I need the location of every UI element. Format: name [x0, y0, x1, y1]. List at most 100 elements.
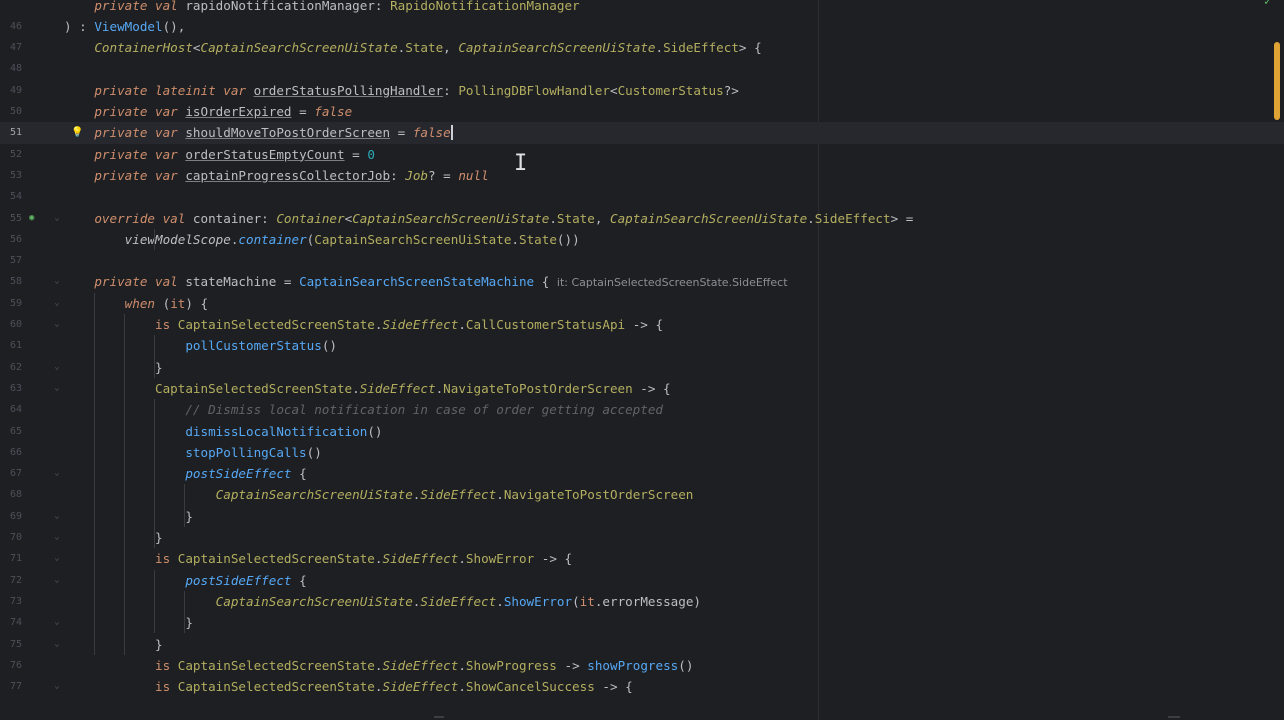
code-line[interactable]: 59 ⌄ when (it) {: [0, 293, 1284, 314]
code-line[interactable]: 68 CaptainSearchScreenUiState.SideEffect…: [0, 484, 1284, 505]
line-number[interactable]: 77: [0, 676, 22, 697]
code-line[interactable]: 56 viewModelScope.container(CaptainSearc…: [0, 229, 1284, 250]
code-token: ShowProgress: [465, 657, 557, 673]
code-line[interactable]: 48: [0, 58, 1284, 79]
line-number[interactable]: 66: [0, 442, 22, 463]
code-token: }: [64, 359, 163, 375]
line-number[interactable]: 67: [0, 463, 22, 484]
line-number[interactable]: 71: [0, 548, 22, 569]
code-token: -> {: [594, 679, 633, 695]
line-number[interactable]: 59: [0, 293, 22, 314]
code-text: postSideEffect {: [64, 570, 306, 591]
code-line[interactable]: 67 ⌄ postSideEffect {: [0, 463, 1284, 484]
line-number[interactable]: 56: [0, 229, 22, 250]
line-number[interactable]: 58: [0, 271, 22, 292]
code-line[interactable]: 53 private var captainProgressCollectorJ…: [0, 165, 1284, 186]
line-number[interactable]: 76: [0, 655, 22, 676]
fold-toggle-icon[interactable]: ⌄: [53, 575, 61, 585]
line-number[interactable]: 52: [0, 144, 22, 165]
code-line[interactable]: 75 ⌄ }: [0, 634, 1284, 655]
code-line[interactable]: 71 ⌄ is CaptainSelectedScreenState.SideEf…: [0, 548, 1284, 569]
line-number[interactable]: 72: [0, 570, 22, 591]
vertical-scrollbar-thumb[interactable]: [1274, 42, 1280, 120]
code-token: .: [458, 551, 466, 567]
line-number[interactable]: 48: [0, 58, 22, 79]
code-line[interactable]: 61 pollCustomerStatus(): [0, 335, 1284, 356]
code-line[interactable]: 76 is CaptainSelectedScreenState.SideEff…: [0, 655, 1284, 676]
code-text: private lateinit var orderStatusPollingH…: [64, 80, 739, 101]
line-number[interactable]: 53: [0, 165, 22, 186]
fold-toggle-icon[interactable]: ⌄: [53, 298, 61, 308]
code-line[interactable]: 73 CaptainSearchScreenUiState.SideEffect…: [0, 591, 1284, 612]
code-line[interactable]: private val rapidoNotificationManager: R…: [0, 0, 1284, 16]
code-line[interactable]: 63 ⌄ CaptainSelectedScreenState.SideEffec…: [0, 378, 1284, 399]
line-number[interactable]: 68: [0, 484, 22, 505]
code-line[interactable]: 72 ⌄ postSideEffect {: [0, 570, 1284, 591]
fold-toggle-icon[interactable]: ⌄: [53, 277, 61, 286]
code-line[interactable]: 62 ⌄ }: [0, 357, 1284, 378]
code-token: isOrderExpired: [185, 104, 292, 119]
code-line[interactable]: 58 ⌄ private val stateMachine = CaptainSe…: [0, 271, 1284, 292]
line-number[interactable]: 63: [0, 378, 22, 399]
fold-toggle-icon[interactable]: ⌄: [53, 618, 61, 627]
line-number[interactable]: 60: [0, 314, 22, 335]
line-number[interactable]: 69: [0, 506, 22, 527]
line-number[interactable]: 64: [0, 399, 22, 420]
code-line[interactable]: 55 ⌄ ◉ override val container: Container<C…: [0, 208, 1284, 229]
code-line[interactable]: 51 💡 private var shouldMoveToPostOrderScr…: [0, 122, 1284, 144]
code-line[interactable]: 65 dismissLocalNotification(): [0, 421, 1284, 442]
code-line[interactable]: 50 private var isOrderExpired = false: [0, 101, 1284, 122]
code-line[interactable]: 74 ⌄ }: [0, 612, 1284, 633]
line-number[interactable]: 54: [0, 186, 22, 207]
line-number[interactable]: 61: [0, 335, 22, 356]
line-number[interactable]: 50: [0, 101, 22, 122]
code-editor[interactable]: private val rapidoNotificationManager: R…: [0, 0, 1284, 720]
line-number[interactable]: 57: [0, 250, 22, 271]
override-marker-icon[interactable]: ◉: [29, 208, 34, 229]
line-number[interactable]: 47: [0, 37, 22, 58]
code-line[interactable]: 47 ContainerHost<CaptainSearchScreenUiSt…: [0, 37, 1284, 58]
line-number[interactable]: 49: [0, 80, 22, 101]
fold-toggle-icon[interactable]: ⌄: [53, 533, 61, 542]
code-line[interactable]: 60 ⌄ is CaptainSelectedScreenState.SideEf…: [0, 314, 1284, 335]
code-token: Container: [276, 210, 345, 226]
line-number[interactable]: 55: [0, 208, 22, 229]
code-token: container: [192, 210, 262, 226]
code-token: :: [390, 167, 406, 183]
fold-toggle-icon[interactable]: ⌄: [53, 682, 61, 691]
code-line[interactable]: 57: [0, 250, 1284, 271]
fold-toggle-icon[interactable]: ⌄: [53, 511, 61, 521]
fold-toggle-icon[interactable]: ⌄: [53, 362, 61, 372]
fold-toggle-icon[interactable]: ⌄: [53, 213, 61, 223]
fold-toggle-icon[interactable]: ⌄: [53, 320, 61, 329]
line-number[interactable]: 65: [0, 421, 22, 442]
line-number[interactable]: 70: [0, 527, 22, 548]
code-line[interactable]: 77 ⌄ is CaptainSelectedScreenState.SideEf…: [0, 676, 1284, 697]
code-token: RapidoNotificationManager: [390, 0, 580, 13]
code-line[interactable]: 64 // Dismiss local notification in case…: [0, 399, 1284, 420]
fold-toggle-icon[interactable]: ⌄: [53, 639, 61, 649]
code-line[interactable]: 52 private var orderStatusEmptyCount = 0: [0, 144, 1284, 165]
code-line[interactable]: 49 private lateinit var orderStatusPolli…: [0, 80, 1284, 101]
check-icon[interactable]: ✓: [1264, 0, 1271, 8]
code-text: CaptainSearchScreenUiState.SideEffect.Na…: [64, 484, 694, 505]
code-text: override val container: Container<Captai…: [64, 208, 913, 229]
fold-toggle-icon[interactable]: ⌄: [53, 554, 61, 563]
line-number[interactable]: 73: [0, 591, 22, 612]
code-line[interactable]: 66 stopPollingCalls(): [0, 442, 1284, 463]
fold-toggle-icon[interactable]: ⌄: [53, 469, 61, 478]
code-token: pollCustomerStatus: [185, 338, 322, 354]
line-number[interactable]: 46: [0, 16, 22, 37]
code-line[interactable]: 54: [0, 186, 1284, 207]
line-number[interactable]: 75: [0, 634, 22, 655]
code-line[interactable]: 70 ⌄ }: [0, 527, 1284, 548]
line-number[interactable]: 74: [0, 612, 22, 633]
line-number[interactable]: 62: [0, 357, 22, 378]
line-number[interactable]: 51: [0, 122, 22, 143]
code-line[interactable]: 46) : ViewModel(),: [0, 16, 1284, 37]
fold-toggle-icon[interactable]: ⌄: [53, 383, 61, 393]
code-line[interactable]: 69 ⌄ }: [0, 506, 1284, 527]
